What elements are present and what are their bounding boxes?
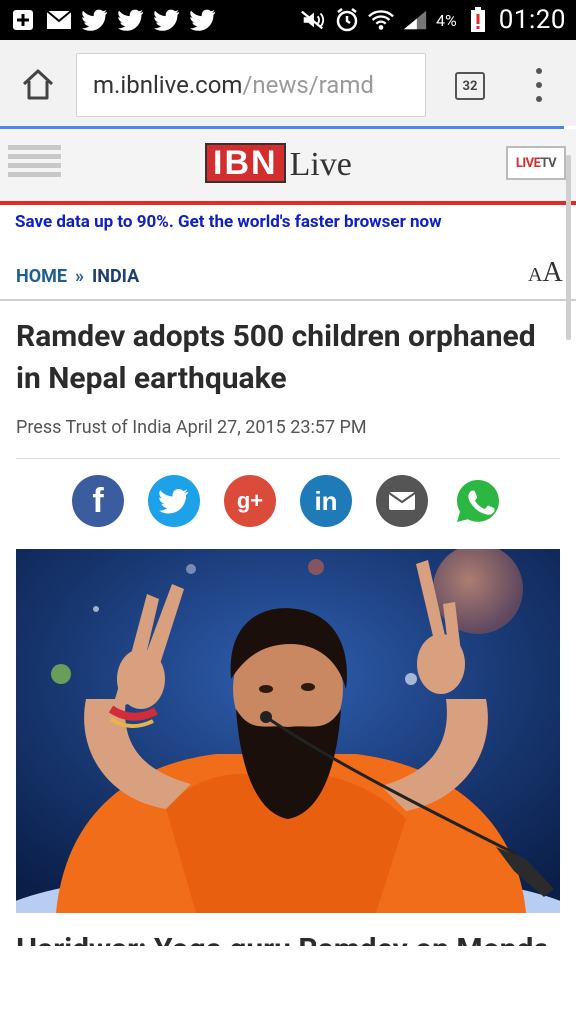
browser-toolbar: m.ibnlive.com/news/ramd 32 [0, 40, 576, 126]
site-header: IBN Live LIVE TV [0, 129, 576, 201]
share-buttons: f g+ in [72, 475, 504, 527]
article-photo[interactable] [16, 549, 560, 913]
plus-icon [10, 9, 36, 31]
whatsapp-share-button[interactable] [452, 475, 504, 527]
promo-link[interactable]: Save data up to 90%. Get the world's fas… [15, 212, 442, 232]
hamburger-menu-icon[interactable] [8, 145, 61, 177]
overflow-menu-button[interactable] [527, 68, 551, 102]
logo-ibn: IBN [205, 143, 286, 183]
divider [0, 299, 576, 301]
twitter-icon [118, 9, 144, 31]
battery-icon [465, 7, 491, 32]
breadcrumb-home[interactable]: HOME [16, 266, 67, 287]
logo-live: Live [289, 146, 352, 183]
breadcrumb-india[interactable]: INDIA [92, 266, 139, 287]
site-logo[interactable]: IBN Live [205, 143, 352, 183]
header-divider [0, 201, 576, 205]
mail-icon [46, 9, 72, 31]
home-icon [22, 69, 54, 100]
article-headline: Ramdev adopts 500 children orphaned in N… [16, 319, 536, 396]
scrollbar[interactable] [566, 155, 571, 340]
signal-icon [402, 9, 428, 31]
clock-time: 01:20 [498, 5, 566, 35]
facebook-share-button[interactable]: f [72, 475, 124, 527]
twitter-icon [190, 9, 216, 31]
battery-percent: 4% [436, 10, 457, 30]
twitter-icon [154, 9, 180, 31]
alarm-icon [334, 8, 360, 32]
mute-icon [300, 9, 326, 31]
url-host: m.ibnlive.com [93, 71, 243, 99]
url-bar[interactable]: m.ibnlive.com/news/ramd [76, 53, 426, 117]
email-icon [388, 492, 416, 510]
divider [16, 458, 560, 459]
font-size-icon[interactable]: AA [528, 257, 563, 289]
breadcrumb-separator: » [75, 266, 85, 287]
url-path: /news/ramd [242, 71, 374, 99]
article-byline: Press Trust of India April 27, 2015 23:5… [16, 417, 367, 438]
menu-dot-icon [536, 82, 542, 88]
home-button[interactable] [20, 67, 56, 103]
twitter-icon [159, 489, 188, 514]
google-plus-share-button[interactable]: g+ [224, 475, 276, 527]
menu-dot-icon [536, 96, 542, 102]
whatsapp-icon [457, 480, 499, 522]
breadcrumb: HOME » INDIA [16, 266, 139, 287]
menu-dot-icon [536, 68, 542, 74]
livetv-tv: TV [540, 155, 557, 171]
status-bar: 4% 01:20 [0, 0, 576, 40]
article-body-partial: Haridwar: Yoga guru Ramdev on Monday [16, 930, 546, 946]
twitter-icon [82, 9, 108, 31]
page-bottom [0, 946, 576, 1024]
tab-switcher-button[interactable]: 32 [455, 72, 485, 100]
email-share-button[interactable] [376, 475, 428, 527]
livetv-live: LIVE [515, 155, 541, 171]
twitter-share-button[interactable] [148, 475, 200, 527]
live-tv-button[interactable]: LIVE TV [506, 146, 566, 180]
linkedin-share-button[interactable]: in [300, 475, 352, 527]
wifi-icon [368, 9, 394, 31]
